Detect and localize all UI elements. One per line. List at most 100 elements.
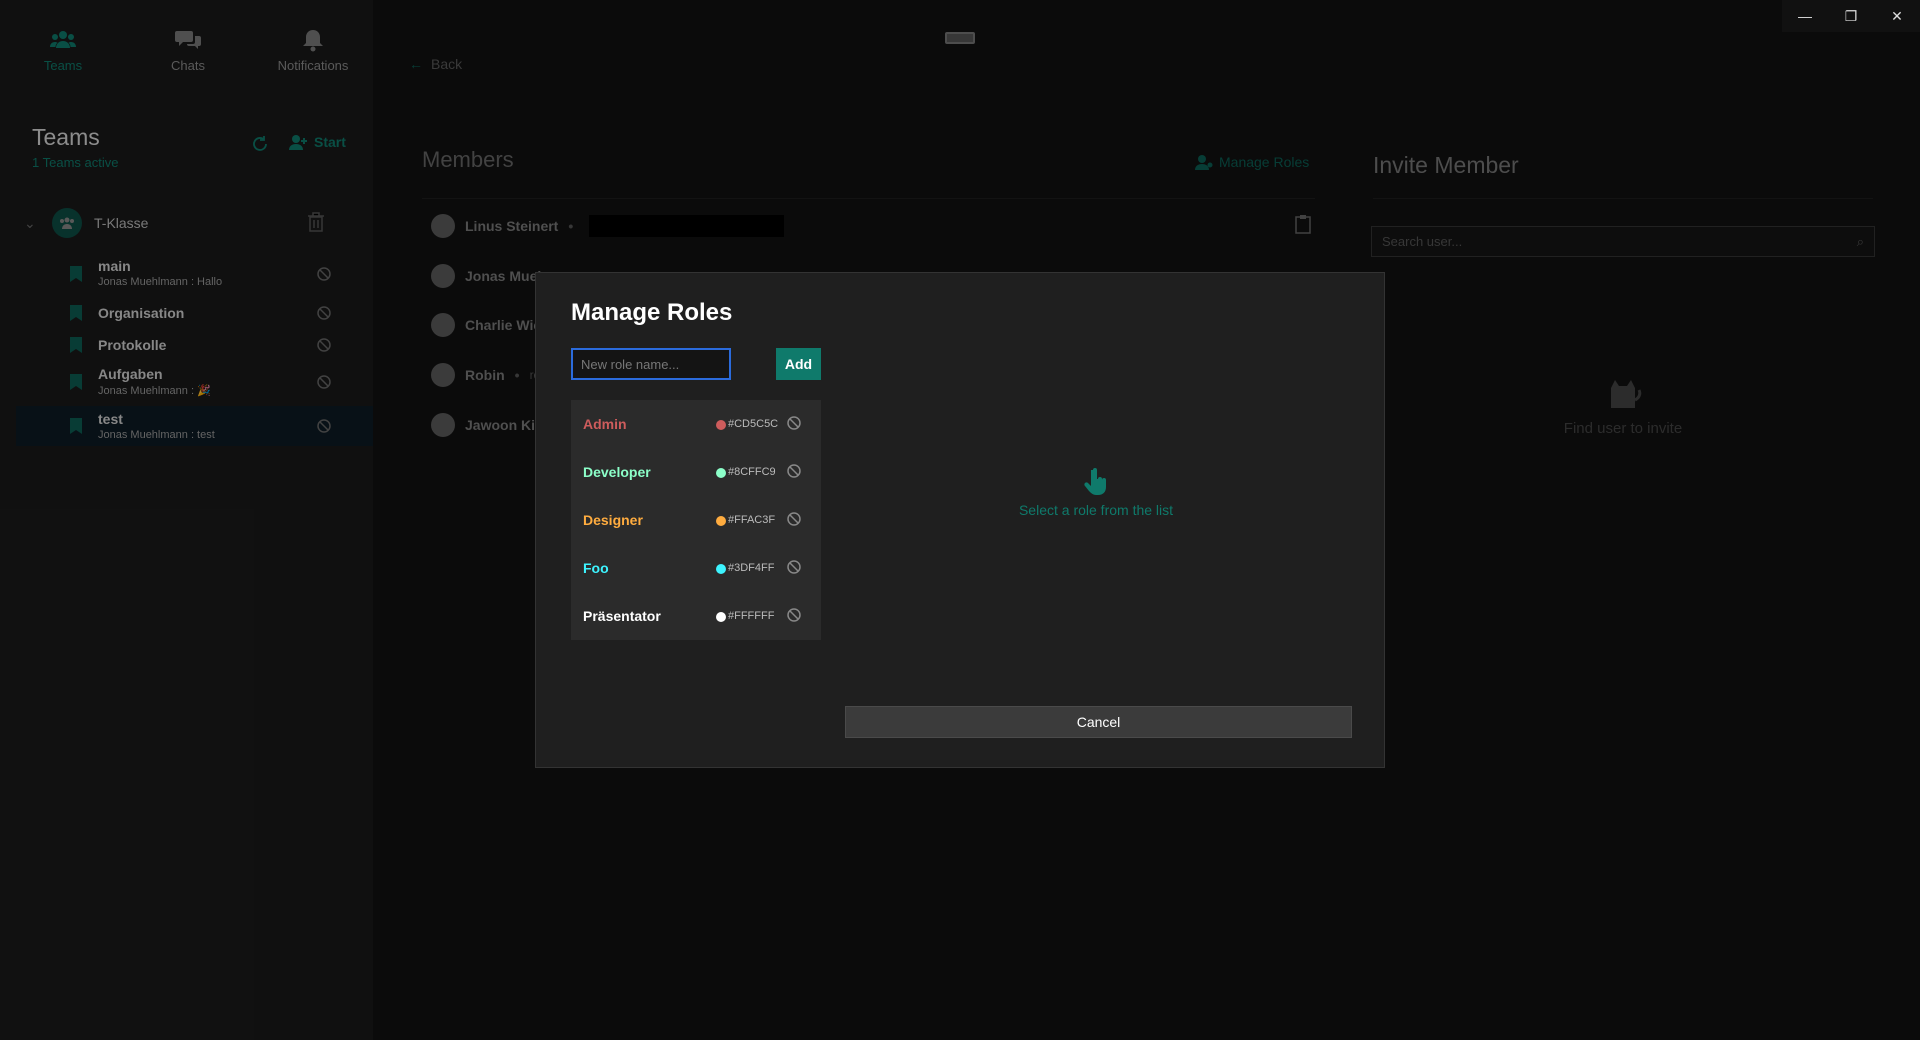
role-item-designer[interactable]: Designer #FFAC3F [571,496,821,544]
keyboard-icon[interactable] [945,32,975,44]
role-hex: #3DF4FF [728,562,775,574]
back-button[interactable]: ← Back [409,56,462,72]
divider [422,198,1315,199]
role-color-dot [716,612,726,622]
cancel-button[interactable]: Cancel [845,706,1352,738]
role-color-dot [716,564,726,574]
clipboard-icon[interactable] [1295,214,1311,234]
ban-icon[interactable] [316,266,332,282]
start-team-button[interactable]: Start [288,134,346,150]
member-row[interactable]: Robin • rob [431,363,547,387]
ban-icon[interactable] [786,559,802,575]
channel-name: Organisation [98,305,185,321]
start-label: Start [314,134,346,150]
ban-icon[interactable] [316,418,332,434]
new-role-input[interactable] [571,348,731,380]
group-icon [60,217,74,229]
role-hex: #FFAC3F [728,514,776,526]
role-item-admin[interactable]: Admin #CD5C5C [571,400,821,448]
role-hex: #CD5C5C [728,418,779,430]
member-name: Charlie Wie [465,317,542,333]
role-color-dot [716,420,726,430]
member-name: Jawoon Kir [465,417,541,433]
member-row[interactable]: Linus Steinert • [431,214,785,238]
channel-name: Protokolle [98,337,167,353]
teams-count: 1 Teams active [32,155,119,170]
redacted-block [589,215,785,237]
channel-name: test [98,411,123,427]
member-row[interactable]: Charlie Wie [431,313,541,337]
bookmark-icon [70,337,82,353]
ban-icon[interactable] [786,607,802,623]
team-row[interactable]: ⌄ T-Klasse [24,206,344,240]
close-icon[interactable]: ✕ [1874,0,1920,32]
back-label: Back [431,56,463,72]
avatar [431,363,455,387]
search-icon[interactable]: ⌕ [1857,234,1864,250]
trash-icon[interactable] [308,212,324,232]
nav-chats-label: Chats [171,58,205,73]
role-name: Präsentator [583,608,661,624]
dialog-title: Manage Roles [571,299,733,326]
find-user-empty-state: Find user to invite [1523,370,1723,437]
divider [1373,198,1873,199]
arrow-left-icon: ← [409,56,423,72]
nav-chats[interactable]: Chats [133,28,243,73]
nav-notifications-label: Notifications [277,58,349,73]
ban-icon[interactable] [786,511,802,527]
member-name: Jonas Muel [465,268,542,284]
member-name: Robin [465,367,505,383]
member-row[interactable]: Jonas Muel [431,264,541,288]
invite-title: Invite Member [1373,152,1519,178]
user-gear-icon [1195,155,1213,170]
manage-roles-dialog: Manage Roles Add Admin #CD5C5C Developer… [535,272,1385,768]
restore-icon[interactable]: ❐ [1828,0,1874,32]
bookmark-icon [70,266,82,282]
channel-name: main [98,258,131,274]
member-row[interactable]: Jawoon Kir [431,413,540,437]
manage-roles-button[interactable]: Manage Roles [1195,154,1309,170]
hand-pointer-icon [1084,468,1106,495]
teams-icon [50,31,76,48]
team-name: T-Klasse [94,215,149,231]
add-user-icon [289,135,307,150]
ban-icon[interactable] [786,415,802,431]
manage-roles-label: Manage Roles [1219,154,1310,170]
members-title: Members [422,147,514,172]
role-item-developer[interactable]: Developer #8CFFC9 [571,448,821,496]
ban-icon[interactable] [316,305,332,321]
nav-notifications[interactable]: Notifications [258,28,368,73]
bell-icon [303,30,323,52]
ban-icon[interactable] [316,374,332,390]
refresh-icon[interactable] [250,134,270,154]
search-input[interactable]: Search user... ⌕ [1371,226,1875,257]
role-item-foo[interactable]: Foo #3DF4FF [571,544,821,592]
role-name: Developer [583,464,651,480]
find-text: Find user to invite [1563,420,1683,437]
minimize-icon[interactable]: — [1782,0,1828,32]
channel-item[interactable]: Aufgaben Jonas Muehlmann : 🎉 [16,362,373,402]
add-role-button[interactable]: Add [776,348,821,380]
search-placeholder: Search user... [1382,234,1463,249]
nav-teams[interactable]: Teams [8,28,118,73]
sidebar: Teams Chats Notifications Teams 1 Teams … [0,0,373,1040]
separator-dot: • [568,218,574,234]
bookmark-icon [70,418,82,434]
ban-icon[interactable] [316,337,332,353]
channel-name: Aufgaben [98,366,163,382]
channel-item-selected[interactable]: test Jonas Muehlmann : test [16,406,373,446]
role-list: Admin #CD5C5C Developer #8CFFC9 Designer… [571,400,821,640]
ban-icon[interactable] [786,463,802,479]
select-role-hint: Select a role from the list [981,468,1211,518]
top-nav: Teams Chats Notifications [0,0,373,100]
bookmark-icon [70,374,82,390]
channel-preview: Jonas Muehlmann : test [98,429,215,441]
chevron-down-icon[interactable]: ⌄ [24,215,44,232]
app-window: Teams Chats Notifications Teams 1 Teams … [0,0,1920,1040]
channel-item[interactable]: main Jonas Muehlmann : Hallo [16,254,373,294]
channel-preview: Jonas Muehlmann : Hallo [98,276,223,288]
channel-item[interactable]: Protokolle [16,325,373,365]
page-title: Teams [32,124,100,150]
chats-icon [175,31,201,49]
role-item-praesentator[interactable]: Präsentator #FFFFFF [571,592,821,640]
